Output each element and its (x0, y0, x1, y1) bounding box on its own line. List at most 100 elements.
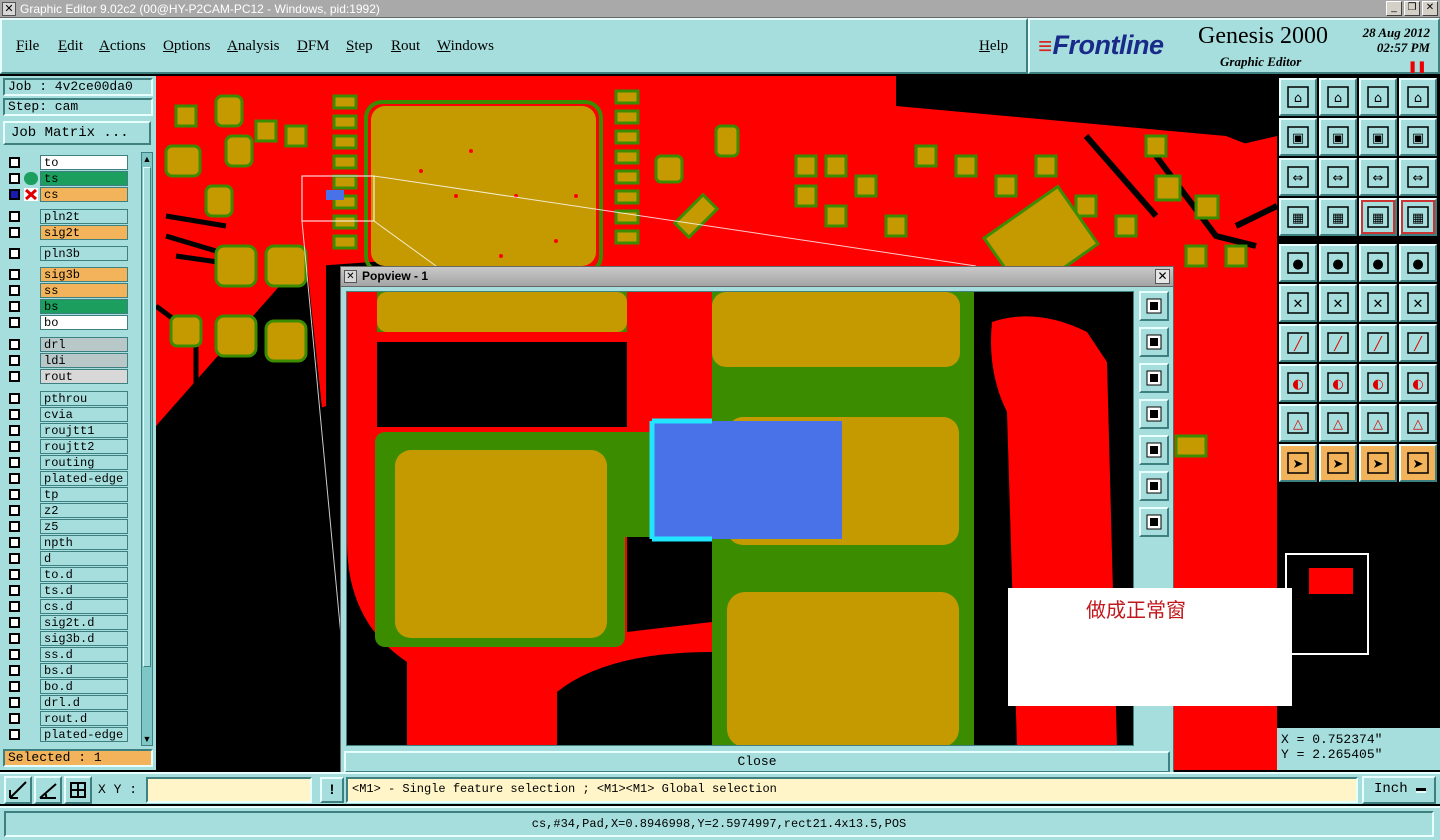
menu-analysis[interactable]: Analysis (227, 38, 280, 55)
layer-checkbox[interactable] (9, 173, 20, 184)
help-icon[interactable]: ⇔ (1399, 158, 1437, 196)
pan-right-icon[interactable]: ▣ (1319, 118, 1357, 156)
pause-icon[interactable]: ❚❚ (1408, 60, 1426, 73)
mirror-icon[interactable]: ╱ (1399, 324, 1437, 362)
line-icon[interactable]: ╱ (1279, 324, 1317, 362)
home-view-icon[interactable]: ⌂ (1359, 78, 1397, 116)
layer-name[interactable]: ss (40, 283, 128, 298)
layer-checkbox[interactable] (9, 553, 20, 564)
layer-row[interactable]: to (6, 155, 128, 170)
layer-checkbox[interactable] (9, 371, 20, 382)
scroll-down-icon[interactable]: ▼ (142, 733, 152, 745)
menu-dfm[interactable]: DFM (297, 38, 330, 55)
layer-checkbox[interactable] (9, 301, 20, 312)
layer-row[interactable]: z2 (6, 503, 128, 518)
undo-view-icon[interactable]: ▣ (1359, 118, 1397, 156)
scroll-up-icon[interactable]: ▲ (142, 153, 152, 165)
layer-colors-2-icon[interactable]: ▦ (1399, 198, 1437, 236)
layer-row[interactable]: plated-edge (6, 727, 128, 742)
layer-checkbox[interactable] (9, 211, 20, 222)
snap-settings-icon[interactable]: ▦ (1279, 198, 1317, 236)
window-icon[interactable]: ⌂ (1399, 78, 1437, 116)
stretch-icon[interactable]: ◐ (1359, 364, 1397, 402)
layer-row[interactable]: ss.d (6, 647, 128, 662)
layer-name[interactable]: ss.d (40, 647, 128, 662)
layer-name[interactable]: pthrou (40, 391, 128, 406)
zoom-home-icon[interactable]: ⌂ (1319, 78, 1357, 116)
popview-center-icon[interactable] (1139, 507, 1169, 537)
menu-options[interactable]: Options (163, 38, 211, 55)
layer-row[interactable]: bo (6, 315, 128, 330)
layer-scrollbar[interactable]: ▲ ▼ (141, 152, 153, 746)
layer-checkbox[interactable] (9, 489, 20, 500)
layer-checkbox[interactable] (9, 729, 20, 740)
restore-button[interactable]: ❐ (1404, 1, 1420, 16)
layer-name[interactable]: bs.d (40, 663, 128, 678)
layer-checkbox[interactable] (9, 269, 20, 280)
layer-row[interactable]: sig3b.d (6, 631, 128, 646)
polygon-cut-icon[interactable]: △ (1399, 404, 1437, 442)
measure-icon[interactable] (34, 776, 62, 804)
layer-row[interactable]: rout.d (6, 711, 128, 726)
popview-down-icon[interactable] (1139, 363, 1169, 393)
scale-1-2-icon[interactable]: ⇔ (1359, 158, 1397, 196)
layer-checkbox[interactable] (9, 601, 20, 612)
menu-file[interactable]: File (16, 38, 39, 55)
layer-name[interactable]: drl (40, 337, 128, 352)
layer-checkbox[interactable] (9, 393, 20, 404)
layer-checkbox[interactable] (9, 441, 20, 452)
home-icon[interactable]: ⌂ (1279, 78, 1317, 116)
popview-close-button[interactable]: Close (344, 751, 1170, 773)
layer-checkbox[interactable] (9, 649, 20, 660)
layer-row[interactable]: cvia (6, 407, 128, 422)
layer-name[interactable]: roujtt2 (40, 439, 128, 454)
job-matrix-button[interactable]: Job Matrix ... (3, 121, 151, 145)
minimize-button[interactable]: _ (1386, 1, 1402, 16)
layer-name[interactable]: cvia (40, 407, 128, 422)
layer-row[interactable]: sig2t (6, 225, 128, 240)
ruler-icon[interactable]: ● (1359, 244, 1397, 282)
popview-right-icon[interactable] (1139, 435, 1169, 465)
layer-row[interactable]: ldi (6, 353, 128, 368)
layer-name[interactable]: bo (40, 315, 128, 330)
select-touch-icon[interactable]: ➤ (1359, 444, 1397, 482)
popview-fit-icon[interactable] (1139, 471, 1169, 501)
layer-checkbox[interactable] (9, 457, 20, 468)
layer-checkbox[interactable] (9, 665, 20, 676)
select-box-icon[interactable]: ➤ (1319, 444, 1357, 482)
layer-row[interactable]: ss (6, 283, 128, 298)
line-edit-icon[interactable]: ╱ (1319, 324, 1357, 362)
popview-zoom-icon[interactable] (1139, 291, 1169, 321)
copy-icon[interactable]: ✕ (1399, 284, 1437, 322)
layer-checkbox[interactable] (9, 473, 20, 484)
layer-name[interactable]: sig3b.d (40, 631, 128, 646)
alert-icon[interactable]: ! (320, 777, 344, 803)
layer-name[interactable]: to.d (40, 567, 128, 582)
layer-checkbox[interactable] (9, 681, 20, 692)
cut-icon[interactable]: ◐ (1319, 364, 1357, 402)
replace-icon[interactable]: ◐ (1399, 364, 1437, 402)
layer-row[interactable]: z5 (6, 519, 128, 534)
polygon-edit-icon[interactable]: △ (1319, 404, 1357, 442)
layer-checkbox[interactable] (9, 248, 20, 259)
layer-checkbox[interactable] (9, 585, 20, 596)
layer-name[interactable]: d (40, 551, 128, 566)
layer-row[interactable]: d (6, 551, 128, 566)
layer-name[interactable]: plated-edge (40, 727, 128, 742)
layer-name[interactable]: z2 (40, 503, 128, 518)
layer-name[interactable]: cs (40, 187, 128, 202)
layer-row[interactable]: bs (6, 299, 128, 314)
layer-checkbox[interactable] (9, 521, 20, 532)
menu-rout[interactable]: Rout (391, 38, 420, 55)
symmetry-icon[interactable]: △ (1359, 404, 1397, 442)
layer-row[interactable]: bs.d (6, 663, 128, 678)
layer-row[interactable]: roujtt1 (6, 423, 128, 438)
layer-row[interactable]: tp (6, 487, 128, 502)
close-window-button[interactable]: ✕ (1422, 1, 1438, 16)
layer-name[interactable]: tp (40, 487, 128, 502)
redraw-icon[interactable]: ▣ (1399, 118, 1437, 156)
layer-checkbox[interactable] (9, 633, 20, 644)
layer-checkbox[interactable] (9, 317, 20, 328)
delete-icon[interactable]: ✕ (1319, 284, 1357, 322)
pad-select-icon[interactable]: ● (1279, 244, 1317, 282)
